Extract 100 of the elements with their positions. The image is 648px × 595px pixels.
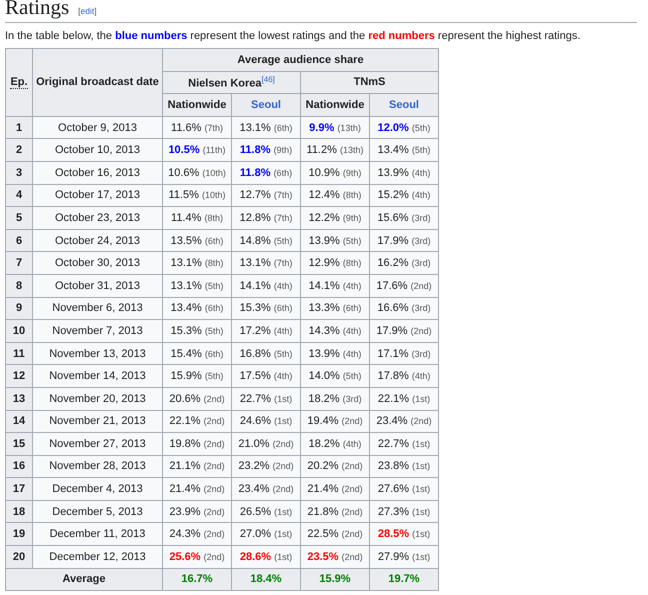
rating-cell: 12.9% (8th) <box>300 252 370 274</box>
rating-cell: 25.6% (2nd) <box>162 546 232 568</box>
rating-cell: 12.0% (5th) <box>370 116 438 139</box>
rating-cell: 12.4% (8th) <box>300 184 370 207</box>
rating-cell: 15.4% (6th) <box>162 342 232 365</box>
episode-number: 1 <box>6 116 32 139</box>
rating-cell: 28.6% (1st) <box>232 546 300 568</box>
rating-cell: 10.9% (9th) <box>300 161 370 184</box>
ep-header: Ep. <box>6 48 32 116</box>
date-cell: December 4, 2013 <box>32 478 162 500</box>
rating-cell: 22.7% (1st) <box>232 387 300 410</box>
episode-number: 14 <box>6 410 32 433</box>
rating-cell: 15.6% (3rd) <box>370 206 438 230</box>
rating-cell: 10.6% (10th) <box>162 161 232 184</box>
rating-cell: 28.5% (1st) <box>370 522 438 546</box>
rating-cell: 23.4% (2nd) <box>232 478 300 500</box>
average-cell: 15.9% <box>300 568 370 591</box>
date-cell: November 7, 2013 <box>32 320 162 342</box>
episode-number: 18 <box>6 500 32 523</box>
rating-cell: 11.5% (10th) <box>162 184 232 207</box>
rating-cell: 17.1% (3rd) <box>370 342 438 365</box>
rating-cell: 9.9% (13th) <box>300 116 370 139</box>
episode-number: 16 <box>6 455 32 478</box>
episode-number: 8 <box>6 274 32 298</box>
date-cell: November 20, 2013 <box>32 387 162 410</box>
edit-link[interactable]: edit <box>80 6 94 16</box>
rating-cell: 18.2% (4th) <box>300 432 370 456</box>
rating-cell: 10.5% (11th) <box>162 138 232 162</box>
date-cell: December 5, 2013 <box>32 500 162 523</box>
date-cell: October 10, 2013 <box>32 138 162 162</box>
rating-cell: 21.1% (2nd) <box>162 455 232 478</box>
rating-cell: 23.2% (2nd) <box>232 455 300 478</box>
rating-cell: 17.2% (4th) <box>232 320 300 342</box>
episode-number: 11 <box>6 342 32 365</box>
rating-cell: 11.2% (13th) <box>300 138 370 162</box>
episode-number: 5 <box>6 206 32 230</box>
episode-number: 2 <box>6 138 32 162</box>
rating-cell: 22.1% (1st) <box>370 387 438 410</box>
rating-cell: 22.7% (1st) <box>370 432 438 456</box>
date-cell: October 9, 2013 <box>32 116 162 139</box>
source-header: TNmS <box>300 71 438 94</box>
section-heading: Ratings <box>5 0 70 20</box>
rating-cell: 15.3% (6th) <box>232 297 300 320</box>
rating-cell: 15.2% (4th) <box>370 184 438 207</box>
episode-number: 3 <box>6 161 32 184</box>
rating-cell: 22.1% (2nd) <box>162 410 232 433</box>
rating-cell: 13.5% (6th) <box>162 229 232 252</box>
rating-cell: 12.7% (7th) <box>232 184 300 207</box>
column-header[interactable]: Seoul <box>370 94 438 116</box>
rating-cell: 27.3% (1st) <box>370 500 438 523</box>
average-cell: 19.7% <box>370 568 438 591</box>
rating-cell: 13.9% (5th) <box>300 229 370 252</box>
episode-number: 13 <box>6 387 32 410</box>
rating-cell: 11.6% (7th) <box>162 116 232 139</box>
rating-cell: 23.4% (2nd) <box>370 410 438 433</box>
rating-cell: 14.8% (5th) <box>232 229 300 252</box>
rating-cell: 13.1% (7th) <box>232 252 300 274</box>
episode-number: 6 <box>6 229 32 252</box>
rating-cell: 17.5% (4th) <box>232 364 300 388</box>
rating-cell: 11.8% (9th) <box>232 138 300 162</box>
rating-cell: 15.9% (5th) <box>162 364 232 388</box>
date-cell: November 13, 2013 <box>32 342 162 365</box>
bracket: ] <box>94 6 97 16</box>
episode-number: 7 <box>6 252 32 274</box>
rating-cell: 14.1% (4th) <box>300 274 370 298</box>
column-header[interactable]: Seoul <box>232 94 300 116</box>
average-cell: 16.7% <box>162 568 232 591</box>
column-header: Nationwide <box>300 94 370 116</box>
rating-cell: 17.8% (4th) <box>370 364 438 388</box>
rating-cell: 27.9% (1st) <box>370 546 438 568</box>
rating-cell: 20.2% (2nd) <box>300 455 370 478</box>
rating-cell: 21.4% (2nd) <box>300 478 370 500</box>
average-label: Average <box>6 568 162 591</box>
rating-cell: 13.1% (6th) <box>232 116 300 139</box>
episode-number: 4 <box>6 184 32 207</box>
rating-cell: 16.2% (3rd) <box>370 252 438 274</box>
episode-number: 15 <box>6 432 32 456</box>
rating-cell: 12.2% (9th) <box>300 206 370 230</box>
rating-cell: 11.4% (8th) <box>162 206 232 230</box>
date-cell: December 11, 2013 <box>32 522 162 546</box>
rating-cell: 14.0% (5th) <box>300 364 370 388</box>
date-cell: November 14, 2013 <box>32 364 162 388</box>
date-cell: November 21, 2013 <box>32 410 162 433</box>
date-header: Original broadcast date <box>32 48 162 116</box>
rating-cell: 27.6% (1st) <box>370 478 438 500</box>
date-cell: October 24, 2013 <box>32 229 162 252</box>
source-header: Nielsen Korea$^{[46]}$ <box>162 71 300 94</box>
rating-cell: 14.1% (4th) <box>232 274 300 298</box>
rating-cell: 23.5% (2nd) <box>300 546 370 568</box>
rating-cell: 11.8% (6th) <box>232 161 300 184</box>
episode-number: 10 <box>6 320 32 342</box>
rating-cell: 18.2% (3rd) <box>300 387 370 410</box>
date-cell: November 28, 2013 <box>32 455 162 478</box>
column-header: Nationwide <box>162 94 232 116</box>
rating-cell: 19.4% (2nd) <box>300 410 370 433</box>
episode-number: 17 <box>6 478 32 500</box>
rating-cell: 13.3% (6th) <box>300 297 370 320</box>
rating-cell: 21.0% (2nd) <box>232 432 300 456</box>
rating-cell: 13.4% (6th) <box>162 297 232 320</box>
rating-cell: 26.5% (1st) <box>232 500 300 523</box>
